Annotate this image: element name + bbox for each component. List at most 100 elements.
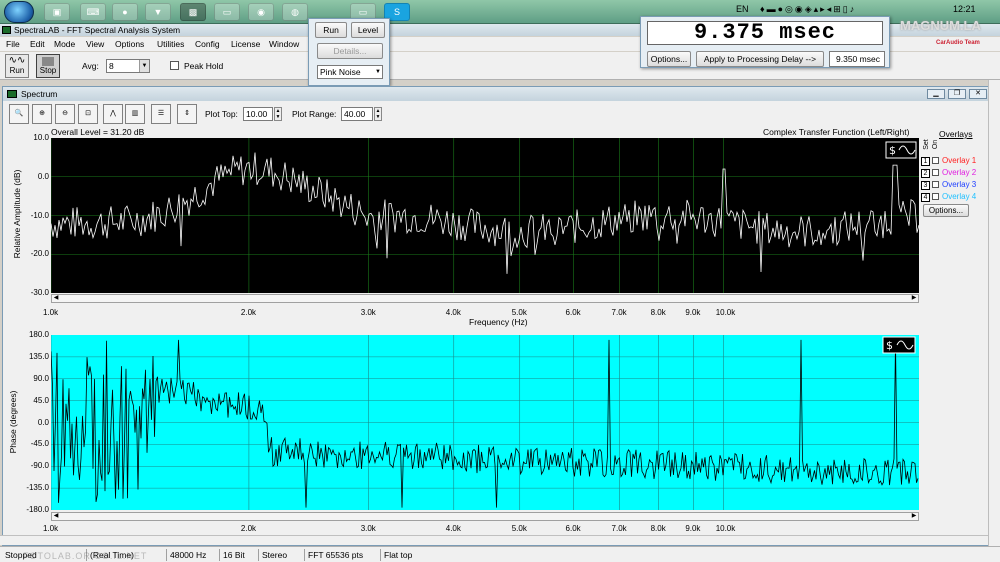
overall-level: Overall Level = 31.20 dB	[51, 127, 145, 137]
overlay-num-4[interactable]: 4	[921, 193, 930, 202]
tick-label: 3.0k	[360, 308, 376, 317]
plot-range-input[interactable]: 40.00	[341, 107, 373, 121]
watermark-logo: MAGNUM.LA	[900, 18, 981, 33]
noise-type-select[interactable]: Pink Noise ▼	[317, 65, 383, 79]
overlay-row-4[interactable]: 4 Overlay 4	[921, 192, 976, 202]
overlay-options-button[interactable]: Options...	[923, 204, 969, 217]
scroll-right-icon[interactable]: ▶	[910, 295, 918, 302]
close-button[interactable]: ✕	[969, 89, 987, 99]
phase-grid	[51, 335, 919, 510]
delay-display: 9.375 msec	[647, 21, 883, 45]
tick-label: 6.0k	[565, 308, 581, 317]
overlay-row-1[interactable]: 1 Overlay 1	[921, 156, 976, 166]
spectralab-taskbar-icon[interactable]: ▩	[180, 3, 206, 21]
vertical-scrollbar[interactable]	[988, 80, 1000, 546]
avg-select[interactable]: 8 ▼	[106, 59, 150, 73]
zoom-in-x-icon[interactable]: ⊕	[32, 104, 52, 124]
overlay-num-3[interactable]: 3	[921, 181, 930, 190]
amplitude-scrollbar[interactable]: ◀ ▶	[51, 294, 919, 303]
amplitude-trace	[51, 152, 919, 274]
tick-label: 1.0k	[43, 308, 59, 317]
function-label: Complex Transfer Function (Left/Right)	[763, 127, 910, 137]
scroll-left-icon[interactable]: ◀	[52, 513, 60, 520]
start-button[interactable]	[4, 1, 34, 23]
line-plot-icon[interactable]: ⋀	[103, 104, 123, 124]
list-icon[interactable]: ☰	[151, 104, 171, 124]
opera-icon[interactable]: ◍	[282, 3, 308, 21]
plot-top-input[interactable]: 10.00	[243, 107, 273, 121]
menu-file[interactable]: File	[6, 37, 20, 51]
chevron-down-icon: ▼	[139, 60, 149, 72]
app-icon[interactable]: ●	[112, 3, 138, 21]
status-channels: Stereo	[258, 549, 287, 561]
tick-label: -45.0	[30, 439, 49, 449]
menu-utilities[interactable]: Utilities	[157, 37, 184, 51]
zoom-full-icon[interactable]: ⊡	[78, 104, 98, 124]
status-rate: 48000 Hz	[166, 549, 206, 561]
zoom-icon[interactable]: 🔍	[9, 104, 29, 124]
chrome-icon[interactable]: ◉	[248, 3, 274, 21]
generator-details-button[interactable]: Details...	[317, 43, 383, 59]
menu-view[interactable]: View	[86, 37, 104, 51]
menu-options[interactable]: Options	[115, 37, 144, 51]
phase-scrollbar[interactable]: ◀ ▶	[51, 512, 919, 521]
tick-label: 3.0k	[360, 524, 376, 533]
scale-icon[interactable]: ⇕	[177, 104, 197, 124]
scroll-left-icon[interactable]: ◀	[52, 295, 60, 302]
status-bar: Stopped (Real Time) 48000 Hz 16 Bit Ster…	[0, 546, 1000, 562]
overlay-num-2[interactable]: 2	[921, 169, 930, 178]
plot-range-label: Plot Range:	[292, 109, 337, 119]
tick-label: 8.0k	[650, 308, 666, 317]
generator-run-button[interactable]: Run	[315, 22, 347, 38]
generator-level-button[interactable]: Level	[351, 22, 385, 38]
minimize-button[interactable]: ▁	[927, 89, 945, 99]
overlay-num-1[interactable]: 1	[921, 157, 930, 166]
overlay-checkbox-4[interactable]	[932, 193, 939, 200]
amplitude-plot[interactable]: $	[51, 138, 919, 293]
overlay-label-1: Overlay 1	[942, 156, 977, 165]
overlay-row-3[interactable]: 3 Overlay 3	[921, 180, 976, 190]
horizontal-scrollbar[interactable]	[0, 535, 988, 545]
tick-label: -135.0	[26, 483, 49, 493]
download-icon[interactable]: ▼	[145, 3, 171, 21]
overlay-checkbox-2[interactable]	[932, 169, 939, 176]
tick-label: 0.0	[37, 417, 49, 427]
keyboard-icon[interactable]: ⌨	[80, 3, 106, 21]
window-icon[interactable]: ▭	[214, 3, 240, 21]
tick-label: 135.0	[28, 351, 49, 361]
status-fft: FFT 65536 pts	[304, 549, 363, 561]
scroll-right-icon[interactable]: ▶	[910, 513, 918, 520]
trace-icon[interactable]: $	[885, 141, 917, 159]
phase-plot[interactable]: $	[51, 335, 919, 510]
menu-mode[interactable]: Mode	[54, 37, 75, 51]
stop-button[interactable]: Stop	[36, 54, 60, 78]
peak-hold-checkbox[interactable]	[170, 61, 179, 70]
run-button[interactable]: ∿∿ Run	[5, 54, 29, 78]
tick-label: 7.0k	[611, 308, 627, 317]
menu-config[interactable]: Config	[195, 37, 220, 51]
apply-delay-button[interactable]: Apply to Processing Delay -->	[696, 51, 824, 67]
stop-icon	[42, 57, 54, 66]
svg-text:$: $	[889, 144, 896, 157]
tick-label: 2.0k	[240, 524, 257, 533]
menu-license[interactable]: License	[231, 37, 260, 51]
menu-window[interactable]: Window	[269, 37, 299, 51]
overlay-row-2[interactable]: 2 Overlay 2	[921, 168, 976, 178]
delay-options-button[interactable]: Options...	[647, 51, 691, 67]
tick-label: 8.0k	[650, 524, 666, 533]
trace-icon[interactable]: $	[882, 336, 916, 354]
overlay-checkbox-3[interactable]	[932, 181, 939, 188]
clock[interactable]: 12:21	[953, 4, 976, 18]
restore-button[interactable]: ❐	[948, 89, 966, 99]
bar-plot-icon[interactable]: ▥	[125, 104, 145, 124]
overlay-checkbox-1[interactable]	[932, 157, 939, 164]
zoom-out-x-icon[interactable]: ⊖	[55, 104, 75, 124]
save-icon[interactable]: ▣	[44, 3, 70, 21]
tick-label: 4.0k	[445, 524, 461, 533]
overlay-set-label: Set	[922, 139, 930, 150]
plot-range-spinner[interactable]: ▲ ▼	[374, 107, 382, 121]
menu-edit[interactable]: Edit	[30, 37, 45, 51]
generator-panel: Run Level Details... Pink Noise ▼	[308, 18, 390, 86]
delay-value-field[interactable]: 9.350 msec	[829, 51, 885, 67]
plot-top-spinner[interactable]: ▲ ▼	[274, 107, 282, 121]
